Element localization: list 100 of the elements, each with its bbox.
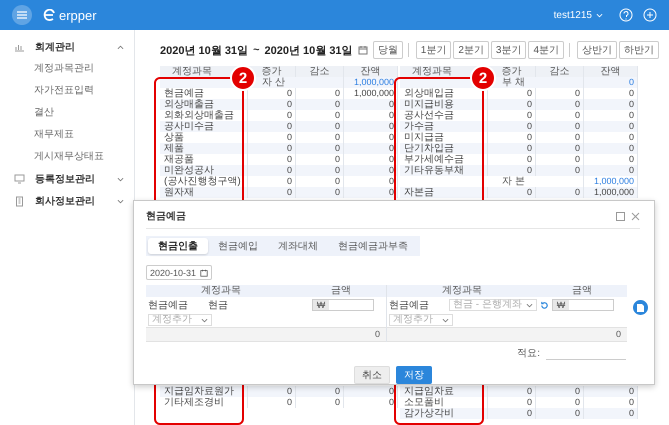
decrease-cell: 0 <box>296 121 344 132</box>
sidebar-item[interactable]: 회사정보관리 <box>0 190 134 212</box>
decrease-cell: 0 <box>536 165 584 176</box>
logo-icon <box>42 9 56 21</box>
chevron-down-icon <box>442 318 449 322</box>
period-button[interactable]: 하반기 <box>619 41 659 59</box>
account-cell: 미지급비용 <box>400 99 488 110</box>
increase-cell: 0 <box>248 165 296 176</box>
decrease-cell: 0 <box>296 386 344 397</box>
amount-field[interactable]: ₩ <box>312 299 374 311</box>
tab[interactable]: 현금예금과부족 <box>328 238 418 254</box>
account-cell: 지급임차료원가 <box>160 386 248 397</box>
balance-cell: 0 <box>344 397 398 408</box>
chevron-down-icon <box>201 318 208 322</box>
account-cell: 제품 <box>160 143 248 154</box>
sidebar-subitem[interactable]: 결산 <box>0 102 134 124</box>
help-icon[interactable] <box>619 8 633 22</box>
increase-cell: 0 <box>488 386 536 397</box>
balance-cell: 0 <box>584 408 638 419</box>
increase-cell: 0 <box>248 397 296 408</box>
monitor-icon <box>14 174 25 184</box>
date-field[interactable]: 2020-10-31 <box>146 265 212 280</box>
balance-cell: 0 <box>584 386 638 397</box>
increase-cell: 0 <box>248 143 296 154</box>
menu-icon[interactable] <box>12 5 32 25</box>
increase-cell: 0 <box>488 408 536 419</box>
account-name: 현금예금 <box>389 299 430 312</box>
logo-text: erpper <box>59 8 97 22</box>
account-cell: 자본금 <box>400 187 488 198</box>
total-cell: 0 <box>387 327 627 342</box>
chevron-down-icon <box>117 198 124 204</box>
building-icon <box>14 196 25 206</box>
amount-field[interactable]: ₩ <box>552 299 614 311</box>
calendar-icon[interactable] <box>358 45 368 55</box>
period-button[interactable]: 3분기 <box>490 41 526 59</box>
close-icon[interactable] <box>631 212 640 220</box>
tab[interactable]: 계좌대체 <box>268 238 328 254</box>
balance-cell: 1,000,000 <box>584 187 638 198</box>
date-separator: ~ <box>253 44 260 56</box>
sidebar-subitem[interactable]: 게시재무상태표 <box>0 146 134 168</box>
end-date[interactable]: 2020년 10월 31일 <box>264 42 353 58</box>
column-header: 계정과목 <box>200 285 242 297</box>
tab[interactable]: 현금인출 <box>148 238 208 254</box>
increase-cell: 0 <box>488 143 536 154</box>
chevron-down-icon <box>596 12 603 18</box>
balance-cell: 0 <box>344 187 398 198</box>
balance-cell: 0 <box>344 99 398 110</box>
sidebar-item[interactable]: 등록정보관리 <box>0 168 134 190</box>
refresh-icon[interactable] <box>540 300 549 310</box>
sidebar-subitem[interactable]: 계정과목관리 <box>0 58 134 80</box>
save-button[interactable]: 저장 <box>396 366 432 384</box>
decrease-cell: 0 <box>536 143 584 154</box>
increase-cell: 0 <box>488 99 536 110</box>
chevron-down-icon <box>526 302 533 308</box>
sidebar-subitem[interactable]: 자가전표입력 <box>0 80 134 102</box>
balance-cell: 0 <box>344 143 398 154</box>
total-cell: 0 <box>146 327 386 342</box>
decrease-cell: 0 <box>296 99 344 110</box>
column-header: 계정과목 <box>441 285 483 297</box>
increase-cell: 0 <box>488 121 536 132</box>
increase-cell: 0 <box>248 187 296 198</box>
increase-cell: 0 <box>248 386 296 397</box>
decrease-cell: 0 <box>536 99 584 110</box>
increase-cell: 0 <box>248 99 296 110</box>
sidebar-item[interactable]: 회계관리 <box>0 36 134 58</box>
balance-cell: 0 <box>584 165 638 176</box>
cancel-button[interactable]: 취소 <box>354 366 390 384</box>
user-menu[interactable]: test1215 <box>554 10 603 20</box>
increase-cell: 0 <box>488 165 536 176</box>
period-button[interactable]: 당월 <box>372 41 403 59</box>
account-cell: 기타유동부채 <box>400 165 488 176</box>
decrease-cell: 0 <box>536 408 584 419</box>
account-name: 현금예금 <box>148 299 189 312</box>
account-detail: 현금 <box>208 299 229 312</box>
column-header: 금액 <box>330 285 352 297</box>
period-button[interactable]: 4분기 <box>528 41 564 59</box>
tab[interactable]: 현금예입 <box>208 238 268 254</box>
section-balance: 0 <box>584 77 638 88</box>
sidebar-subitem[interactable]: 재무제표 <box>0 124 134 146</box>
account-cell: 원자재 <box>160 187 248 198</box>
decrease-cell: 0 <box>296 165 344 176</box>
calendar-icon[interactable] <box>200 268 208 276</box>
period-button[interactable]: 2분기 <box>453 41 489 59</box>
account-cell: 감가상각비 <box>400 408 488 419</box>
column-header: 금액 <box>571 285 593 297</box>
document-icon[interactable] <box>633 300 648 315</box>
add-icon[interactable] <box>643 8 657 22</box>
decrease-cell: 0 <box>536 386 584 397</box>
chevron-down-icon <box>117 176 124 182</box>
dialog-title: 현금예금 <box>146 210 187 223</box>
decrease-cell: 0 <box>536 121 584 132</box>
decrease-cell: 0 <box>296 187 344 198</box>
period-button[interactable]: 상반기 <box>577 41 617 59</box>
start-date[interactable]: 2020년 10월 31일 <box>160 42 248 58</box>
account-cell: 단기차입금 <box>400 143 488 154</box>
decrease-cell: 0 <box>296 143 344 154</box>
decrease-cell: 0 <box>296 397 344 408</box>
increase-cell: 0 <box>488 187 536 198</box>
period-button[interactable]: 1분기 <box>416 41 452 59</box>
maximize-icon[interactable] <box>616 212 625 220</box>
